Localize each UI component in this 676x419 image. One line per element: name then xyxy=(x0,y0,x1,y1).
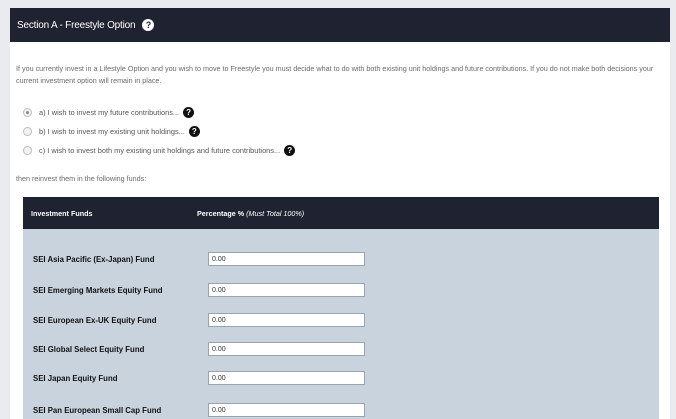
section-header: Section A - Freestyle Option ? xyxy=(10,8,670,42)
fund-name: SEI Japan Equity Fund xyxy=(33,373,118,383)
reinvest-text: then reinvest them in the following fund… xyxy=(16,174,147,183)
option-label: a) I wish to invest my future contributi… xyxy=(39,108,180,117)
option-both[interactable]: c) I wish to invest both my existing uni… xyxy=(23,145,296,156)
table-row: SEI Japan Equity Fund xyxy=(23,371,659,385)
radio-both[interactable] xyxy=(23,146,32,155)
col-header-percentage-label: Percentage % xyxy=(197,208,245,218)
fund-name: SEI Global Select Equity Fund xyxy=(33,344,145,354)
option-future-contributions[interactable]: a) I wish to invest my future contributi… xyxy=(23,107,195,118)
table-row: SEI Emerging Markets Equity Fund xyxy=(23,283,659,297)
radio-future-contributions[interactable] xyxy=(23,108,32,117)
help-icon[interactable]: ? xyxy=(188,126,200,137)
freestyle-option-panel: Section A - Freestyle Option ? If you cu… xyxy=(10,8,670,419)
fund-percentage-input[interactable] xyxy=(208,283,365,297)
table-row: SEI European Ex-UK Equity Fund xyxy=(23,313,659,327)
help-icon[interactable]: ? xyxy=(284,145,296,156)
option-existing-units[interactable]: b) I wish to invest my existing unit hol… xyxy=(23,126,200,137)
table-row: SEI Global Select Equity Fund xyxy=(23,342,659,356)
fund-name: SEI European Ex-UK Equity Fund xyxy=(33,315,157,325)
help-icon[interactable]: ? xyxy=(142,19,155,31)
option-label: c) I wish to invest both my existing uni… xyxy=(39,146,281,155)
investment-funds-table: Investment Funds Percentage % (Must Tota… xyxy=(23,197,659,419)
col-header-percentage: Percentage % (Must Total 100%) xyxy=(197,209,304,218)
table-row: SEI Pan European Small Cap Fund xyxy=(23,403,659,417)
col-header-funds: Investment Funds xyxy=(31,208,93,218)
fund-percentage-input[interactable] xyxy=(208,403,365,417)
help-icon[interactable]: ? xyxy=(183,107,195,118)
option-label: b) I wish to invest my existing unit hol… xyxy=(39,127,185,136)
section-title: Section A - Freestyle Option xyxy=(17,19,136,31)
col-header-percentage-note: (Must Total 100%) xyxy=(246,208,305,218)
fund-percentage-input[interactable] xyxy=(208,371,365,385)
fund-name: SEI Emerging Markets Equity Fund xyxy=(33,285,163,295)
table-header: Investment Funds Percentage % (Must Tota… xyxy=(23,197,659,229)
fund-name: SEI Asia Pacific (Ex-Japan) Fund xyxy=(33,254,155,264)
fund-percentage-input[interactable] xyxy=(208,313,365,327)
fund-percentage-input[interactable] xyxy=(208,342,365,356)
fund-percentage-input[interactable] xyxy=(208,252,365,266)
fund-name: SEI Pan European Small Cap Fund xyxy=(33,405,162,415)
table-row: SEI Asia Pacific (Ex-Japan) Fund xyxy=(23,252,659,266)
radio-existing-units[interactable] xyxy=(23,127,32,136)
intro-text: If you currently invest in a Lifestyle O… xyxy=(16,64,654,85)
